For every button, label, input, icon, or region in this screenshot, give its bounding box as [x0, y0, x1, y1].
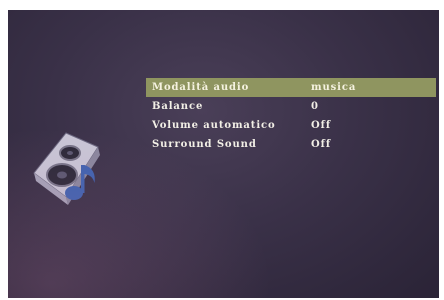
auto-volume-value: Off: [311, 120, 332, 131]
surround-sound-value: Off: [311, 139, 332, 150]
surround-sound-label: Surround Sound: [152, 139, 257, 150]
audio-mode-label: Modalità audio: [152, 82, 250, 93]
auto-volume-label: Volume automatico: [152, 120, 276, 131]
balance-value: 0: [311, 101, 319, 112]
speaker-music-icon: [26, 125, 116, 210]
menu-row-auto-volume[interactable]: Volume automatico Off: [146, 116, 436, 135]
menu-row-surround-sound[interactable]: Surround Sound Off: [146, 135, 436, 154]
audio-settings-menu: Modalità audio musica Balance 0 Volume a…: [146, 78, 436, 154]
audio-mode-value: musica: [311, 82, 357, 93]
balance-label: Balance: [152, 101, 204, 112]
tv-screen: Modalità audio musica Balance 0 Volume a…: [8, 10, 439, 298]
menu-row-audio-mode[interactable]: Modalità audio musica: [146, 78, 436, 97]
menu-row-balance[interactable]: Balance 0: [146, 97, 436, 116]
